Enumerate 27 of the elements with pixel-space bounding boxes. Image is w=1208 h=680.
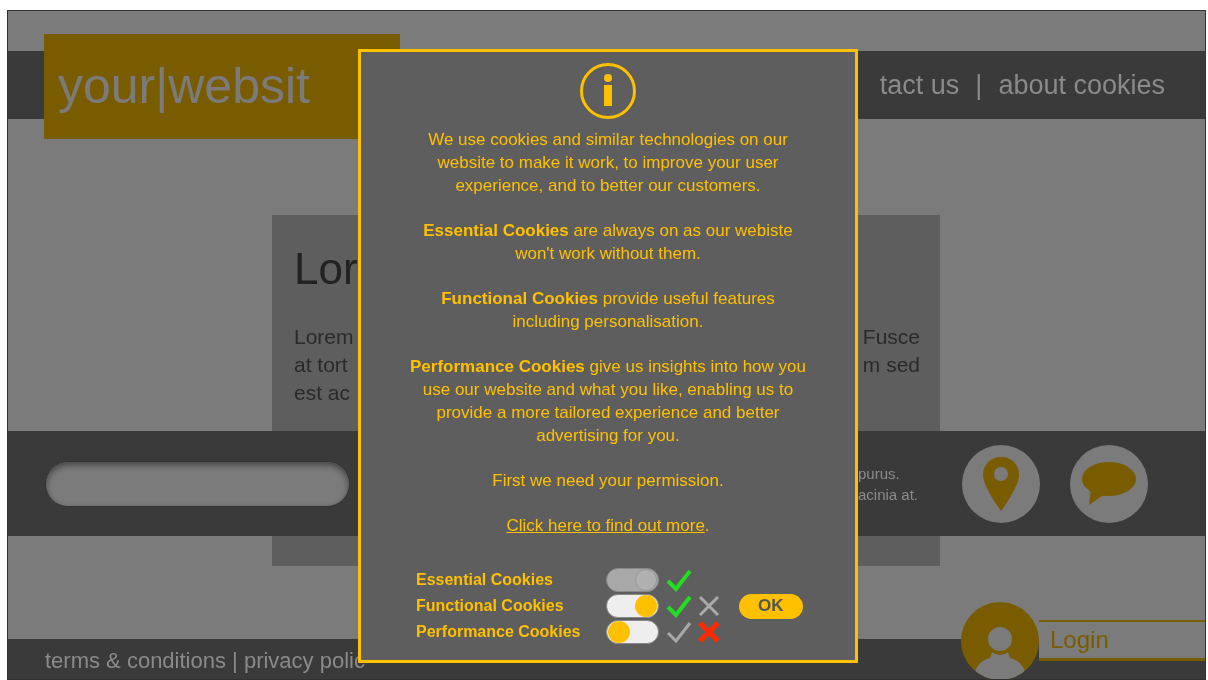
dialog-text: We use cookies and similar technologies on our website to make it work, to improve your user experience, and to better our customers. — [427, 129, 789, 197]
toggle-switch[interactable] — [606, 620, 659, 644]
band-text: acinia at. — [858, 484, 920, 505]
nav-link[interactable]: tact us — [879, 64, 960, 106]
nav-link[interactable]: about cookies — [998, 64, 1165, 106]
dialog-text: Functional Cookies provide useful features including personalisation. — [440, 288, 776, 333]
check-icon — [665, 567, 693, 593]
info-icon — [579, 62, 637, 120]
find-out-more-link[interactable]: Click here to find out more — [506, 516, 705, 535]
map-pin-icon — [981, 454, 1021, 513]
cookie-label: Functional Cookies — [416, 596, 565, 616]
nav-separator: | — [975, 68, 983, 102]
cookie-label: Performance Cookies — [416, 622, 582, 642]
close-icon — [697, 620, 721, 644]
dialog-text: First we need your permission. — [491, 470, 725, 492]
cookie-label: Essential Cookies — [416, 570, 554, 590]
check-icon — [665, 593, 693, 619]
ok-button[interactable]: OK — [739, 593, 803, 619]
check-icon — [665, 619, 693, 645]
content-heading: Lor — [294, 243, 358, 295]
dialog-text: Performance Cookies give us insights into how you use our website and what you like, enabling us to provide a more tailored experience and better advertising for you. — [409, 356, 807, 447]
speech-bubble-icon — [1081, 460, 1137, 507]
toggle-switch[interactable] — [606, 594, 659, 618]
close-icon — [697, 594, 721, 618]
dialog-text: Click here to find out more. — [505, 515, 711, 537]
band-text: purus. — [858, 463, 901, 484]
dialog-text: Essential Cookies are always on as our webiste won't work without them. — [422, 220, 794, 265]
